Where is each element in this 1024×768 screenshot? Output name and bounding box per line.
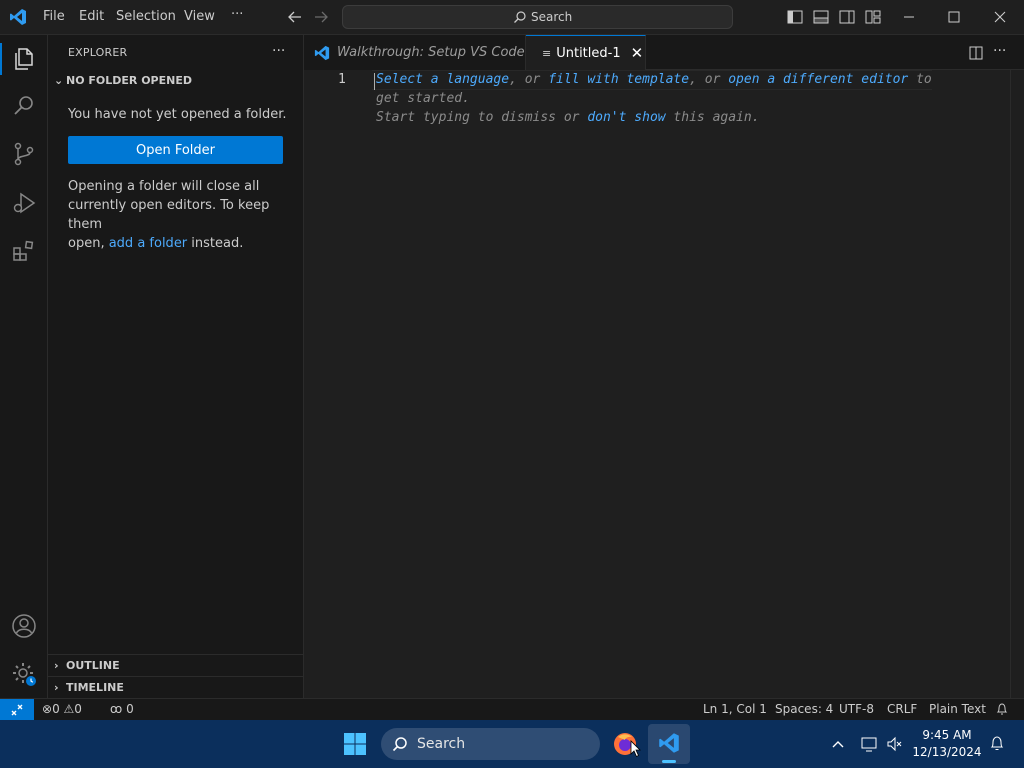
explorer-files-icon[interactable] bbox=[11, 46, 37, 72]
close-window-icon[interactable] bbox=[991, 8, 1009, 26]
notification-bell-icon[interactable] bbox=[989, 735, 1005, 753]
toggle-secondary-sidebar-icon[interactable] bbox=[838, 8, 856, 26]
broadcast-icon: ꝏ bbox=[110, 702, 123, 716]
windows-start-icon[interactable] bbox=[343, 732, 367, 756]
taskbar-search-label: Search bbox=[417, 736, 466, 752]
section-outline[interactable]: › OUTLINE bbox=[54, 659, 120, 672]
select-language-link[interactable]: Select a language bbox=[376, 72, 509, 87]
line-number: 1 bbox=[338, 72, 346, 87]
extensions-icon[interactable] bbox=[11, 238, 37, 264]
open-folder-button[interactable]: Open Folder bbox=[68, 136, 283, 164]
menu-more[interactable]: ··· bbox=[231, 7, 243, 22]
taskbar-vscode-app[interactable] bbox=[648, 724, 690, 764]
chevron-right-icon: › bbox=[54, 659, 59, 672]
toggle-panel-icon[interactable] bbox=[812, 8, 830, 26]
active-indicator bbox=[0, 43, 2, 75]
menu-selection[interactable]: Selection bbox=[116, 9, 176, 24]
section-timeline[interactable]: › TIMELINE bbox=[54, 681, 124, 694]
editor-hint-line-1: Select a language, or fill with template… bbox=[376, 72, 932, 87]
editor-hint-line-2: get started. bbox=[376, 91, 470, 106]
taskbar-search[interactable]: Search bbox=[381, 728, 600, 760]
forward-arrow-icon[interactable] bbox=[312, 8, 330, 26]
section-no-folder[interactable]: ⌄ NO FOLDER OPENED bbox=[54, 74, 192, 87]
command-center-search[interactable]: Search bbox=[342, 5, 733, 29]
chevron-right-icon: › bbox=[54, 681, 59, 694]
network-icon[interactable] bbox=[860, 735, 878, 753]
fill-template-link[interactable]: fill with template bbox=[548, 72, 689, 87]
dont-show-link[interactable]: don't show bbox=[587, 110, 665, 125]
windows-taskbar: Search 9:45 AM 12/13/2024 bbox=[0, 720, 1024, 768]
tab-walkthrough[interactable]: Walkthrough: Setup VS Code bbox=[304, 35, 526, 70]
accounts-icon[interactable] bbox=[11, 613, 37, 639]
vscode-logo-icon bbox=[659, 733, 679, 753]
activity-bar bbox=[0, 35, 48, 698]
notifications-bell-icon[interactable] bbox=[995, 702, 1009, 716]
speaker-muted-icon[interactable] bbox=[886, 735, 904, 753]
editor-area[interactable]: 1 Select a language, or fill with templa… bbox=[304, 70, 1024, 698]
running-indicator bbox=[662, 760, 676, 763]
ports-indicator[interactable]: ꝏ 0 bbox=[110, 702, 134, 716]
mouse-cursor-icon bbox=[630, 740, 641, 758]
text-cursor bbox=[374, 73, 375, 90]
menu-view[interactable]: View bbox=[184, 9, 215, 24]
status-bar: ⊗0 ⚠0 ꝏ 0 Ln 1, Col 1 Spaces: 4 UTF-8 CR… bbox=[0, 698, 1024, 720]
run-and-debug-icon[interactable] bbox=[11, 190, 37, 216]
chevron-down-icon: ⌄ bbox=[54, 74, 64, 87]
title-bar: File Edit Selection View ··· Search bbox=[0, 0, 1024, 35]
search-view-icon[interactable] bbox=[11, 93, 37, 119]
editor-hint-line-3: Start typing to dismiss or don't show th… bbox=[376, 110, 760, 125]
clock-date[interactable]: 12/13/2024 bbox=[910, 745, 984, 759]
sidebar-more-actions-icon[interactable]: ··· bbox=[272, 43, 285, 59]
remote-indicator[interactable] bbox=[0, 699, 34, 720]
vscode-logo-icon bbox=[314, 45, 330, 60]
language-mode[interactable]: Plain Text bbox=[929, 702, 986, 716]
plain-text-file-icon: ≡ bbox=[542, 46, 552, 60]
remote-icon bbox=[11, 704, 23, 715]
problems-indicator[interactable]: ⊗0 ⚠0 bbox=[42, 702, 82, 716]
editor-tab-bar: Walkthrough: Setup VS Code ≡ Untitled-1 … bbox=[304, 35, 1024, 70]
clock-time[interactable]: 9:45 AM bbox=[910, 728, 984, 742]
back-arrow-icon[interactable] bbox=[286, 8, 304, 26]
customize-layout-icon[interactable] bbox=[864, 8, 882, 26]
manage-gear-icon[interactable] bbox=[11, 661, 37, 687]
editor-more-actions-icon[interactable]: ··· bbox=[993, 43, 1006, 59]
sidebar-title: EXPLORER bbox=[68, 46, 128, 59]
indentation[interactable]: Spaces: 4 bbox=[775, 702, 833, 716]
menu-file[interactable]: File bbox=[43, 9, 65, 24]
search-icon bbox=[392, 737, 407, 752]
split-editor-icon[interactable] bbox=[968, 45, 984, 61]
close-tab-icon[interactable]: ✕ bbox=[631, 44, 644, 62]
add-folder-link[interactable]: add a folder bbox=[109, 236, 187, 251]
vscode-logo-icon bbox=[10, 9, 26, 25]
explorer-sidebar: EXPLORER ··· ⌄ NO FOLDER OPENED You have … bbox=[48, 35, 304, 698]
command-center-label: Search bbox=[531, 10, 573, 24]
no-folder-message: You have not yet opened a folder. bbox=[68, 107, 287, 122]
toggle-primary-sidebar-icon[interactable] bbox=[786, 8, 804, 26]
warning-icon: ⚠ bbox=[63, 702, 75, 716]
search-icon bbox=[514, 11, 526, 23]
cursor-position[interactable]: Ln 1, Col 1 bbox=[703, 702, 767, 716]
timeline-divider bbox=[48, 676, 303, 677]
open-folder-note: Opening a folder will close all currentl… bbox=[68, 179, 270, 251]
maximize-icon[interactable] bbox=[945, 8, 963, 26]
open-different-editor-link[interactable]: open a different editor bbox=[728, 72, 908, 87]
outline-divider bbox=[48, 654, 303, 655]
source-control-icon[interactable] bbox=[11, 141, 37, 167]
tab-untitled[interactable]: ≡ Untitled-1 ✕ bbox=[526, 35, 646, 70]
menu-edit[interactable]: Edit bbox=[79, 9, 104, 24]
error-icon: ⊗ bbox=[42, 702, 53, 716]
end-of-line[interactable]: CRLF bbox=[887, 702, 917, 716]
minimize-icon[interactable] bbox=[900, 8, 918, 26]
chevron-up-icon[interactable] bbox=[831, 738, 845, 750]
vertical-scrollbar[interactable] bbox=[1010, 70, 1024, 698]
encoding[interactable]: UTF-8 bbox=[839, 702, 874, 716]
